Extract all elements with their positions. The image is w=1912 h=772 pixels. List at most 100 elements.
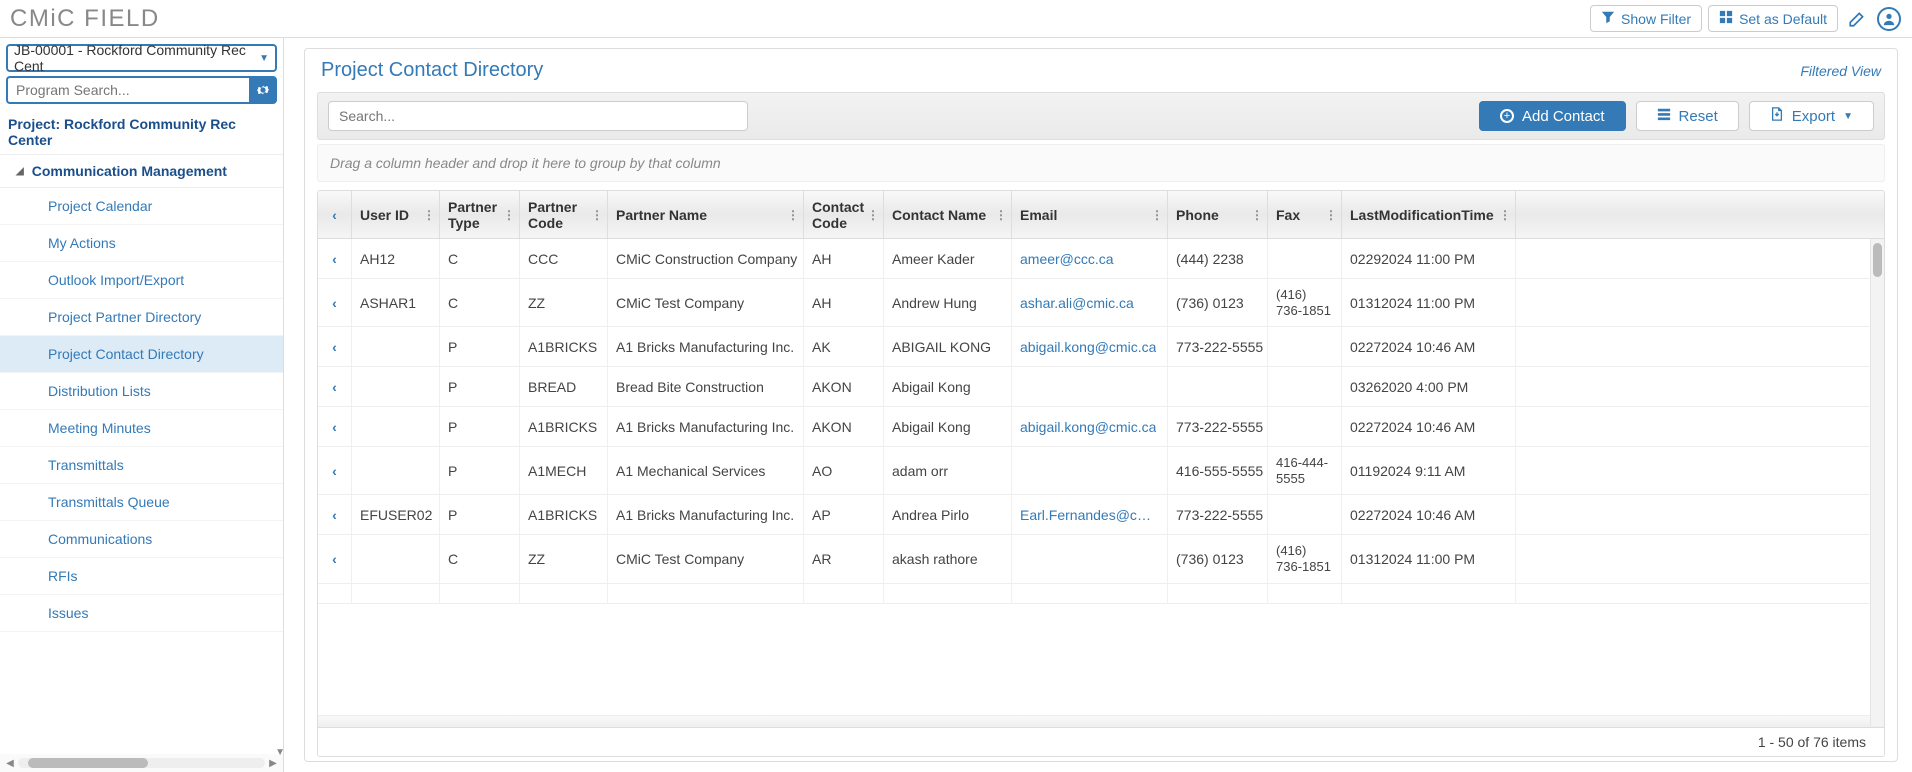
table-row[interactable]: ‹PA1BRICKSA1 Bricks Manufacturing Inc.AK… xyxy=(318,327,1884,367)
expand-collapse-header[interactable]: ‹ xyxy=(318,191,352,238)
cell-email[interactable]: abigail.kong@cmic.ca xyxy=(1012,407,1168,446)
row-expand-toggle[interactable]: ‹ xyxy=(318,279,352,326)
column-menu-icon[interactable]: ⋮ xyxy=(1325,208,1337,222)
show-filter-button[interactable]: Show Filter xyxy=(1590,5,1702,32)
edit-icon[interactable] xyxy=(1844,6,1870,32)
sidebar-item-communications[interactable]: Communications xyxy=(0,521,283,558)
column-header-email[interactable]: Email⋮ xyxy=(1012,191,1168,238)
reset-button[interactable]: Reset xyxy=(1636,101,1739,131)
column-menu-icon[interactable]: ⋮ xyxy=(423,208,435,222)
program-search-settings-button[interactable] xyxy=(249,76,277,104)
show-filter-label: Show Filter xyxy=(1621,11,1691,27)
column-menu-icon[interactable]: ⋮ xyxy=(867,208,879,222)
table-vertical-scrollbar[interactable] xyxy=(1870,239,1884,726)
cell-contact-code: AKON xyxy=(804,407,884,446)
cell-contact-code: AKON xyxy=(804,367,884,406)
table-row[interactable]: ‹PBREADBread Bite ConstructionAKONAbigai… xyxy=(318,367,1884,407)
column-menu-icon[interactable]: ⋮ xyxy=(1499,208,1511,222)
cell-user-id xyxy=(352,447,440,494)
cell-contact-code: AP xyxy=(804,495,884,534)
cell-partner-type: P xyxy=(440,447,520,494)
sidebar-item-transmittals-queue[interactable]: Transmittals Queue xyxy=(0,484,283,521)
cell-email[interactable]: abigail.kong@cmic.ca xyxy=(1012,327,1168,366)
row-expand-toggle[interactable]: ‹ xyxy=(318,535,352,582)
column-menu-icon[interactable]: ⋮ xyxy=(591,208,603,222)
cell-partner-type: P xyxy=(440,407,520,446)
table-header-row: ‹ User ID⋮ Partner Type⋮ Partner Code⋮ P… xyxy=(318,191,1884,239)
column-menu-icon[interactable]: ⋮ xyxy=(787,208,799,222)
sidebar-item-rfis[interactable]: RFIs xyxy=(0,558,283,595)
project-selector-dropdown[interactable]: JB-00001 - Rockford Community Rec Cent ▼ xyxy=(6,44,277,72)
row-expand-toggle[interactable]: ‹ xyxy=(318,447,352,494)
column-header-partner-code[interactable]: Partner Code⋮ xyxy=(520,191,608,238)
column-header-fax[interactable]: Fax⋮ xyxy=(1268,191,1342,238)
cell-partner-name: CMiC Test Company xyxy=(608,535,804,582)
row-expand-toggle[interactable]: ‹ xyxy=(318,367,352,406)
table-row[interactable]: ‹EFUSER02PA1BRICKSA1 Bricks Manufacturin… xyxy=(318,495,1884,535)
sidebar-item-my-actions[interactable]: My Actions xyxy=(0,225,283,262)
table-row xyxy=(318,584,1884,604)
sidebar-item-transmittals[interactable]: Transmittals xyxy=(0,447,283,484)
sidebar-item-project-partner-directory[interactable]: Project Partner Directory xyxy=(0,299,283,336)
column-header-contact-name[interactable]: Contact Name⋮ xyxy=(884,191,1012,238)
column-header-user-id[interactable]: User ID⋮ xyxy=(352,191,440,238)
column-menu-icon[interactable]: ⋮ xyxy=(1251,208,1263,222)
filtered-view-label[interactable]: Filtered View xyxy=(1800,63,1881,79)
grid-icon xyxy=(1719,10,1733,27)
cell-partner-code: ZZ xyxy=(520,535,608,582)
set-as-default-button[interactable]: Set as Default xyxy=(1708,5,1838,32)
chevron-left-icon: ‹ xyxy=(332,419,337,435)
table-horizontal-scrollbar[interactable] xyxy=(318,715,1884,727)
table-search-input[interactable] xyxy=(328,101,748,131)
sidebar-item-issues[interactable]: Issues xyxy=(0,595,283,632)
sidebar-item-outlook-import-export[interactable]: Outlook Import/Export xyxy=(0,262,283,299)
row-expand-toggle[interactable]: ‹ xyxy=(318,495,352,534)
group-by-hint[interactable]: Drag a column header and drop it here to… xyxy=(317,144,1885,182)
sidebar-collapse-handle[interactable]: ▼ xyxy=(275,747,285,758)
chevron-left-icon: ‹ xyxy=(332,551,337,567)
column-header-contact-code[interactable]: Contact Code⋮ xyxy=(804,191,884,238)
row-expand-toggle[interactable]: ‹ xyxy=(318,407,352,446)
cell-user-id xyxy=(352,327,440,366)
program-search-input[interactable] xyxy=(6,76,249,104)
column-menu-icon[interactable]: ⋮ xyxy=(995,208,1007,222)
column-header-partner-type[interactable]: Partner Type⋮ xyxy=(440,191,520,238)
export-button[interactable]: Export ▼ xyxy=(1749,101,1874,131)
column-header-last-modification[interactable]: LastModificationTime⋮ xyxy=(1342,191,1516,238)
column-header-partner-name[interactable]: Partner Name⋮ xyxy=(608,191,804,238)
cell-email[interactable]: ashar.ali@cmic.ca xyxy=(1012,279,1168,326)
scroll-right-icon[interactable]: ▶ xyxy=(267,758,279,769)
cell-last-modification: 01312024 11:00 PM xyxy=(1342,279,1516,326)
row-expand-toggle[interactable]: ‹ xyxy=(318,327,352,366)
sidebar-item-meeting-minutes[interactable]: Meeting Minutes xyxy=(0,410,283,447)
column-header-phone[interactable]: Phone⋮ xyxy=(1168,191,1268,238)
cell-email[interactable]: ameer@ccc.ca xyxy=(1012,239,1168,278)
cell-partner-code: BREAD xyxy=(520,367,608,406)
sidebar-item-project-contact-directory[interactable]: Project Contact Directory xyxy=(0,336,283,373)
cell-contact-name: Abigail Kong xyxy=(884,407,1012,446)
table-row[interactable]: ‹CZZCMiC Test CompanyARakash rathore(736… xyxy=(318,535,1884,583)
cell-email[interactable]: Earl.Fernandes@cmi... xyxy=(1012,495,1168,534)
table-row[interactable]: ‹PA1BRICKSA1 Bricks Manufacturing Inc.AK… xyxy=(318,407,1884,447)
cell-fax xyxy=(1268,495,1342,534)
sidebar-item-project-calendar[interactable]: Project Calendar xyxy=(0,188,283,225)
column-menu-icon[interactable]: ⋮ xyxy=(1151,208,1163,222)
table-row[interactable]: ‹AH12CCCCCMiC Construction CompanyAHAmee… xyxy=(318,239,1884,279)
table-row[interactable]: ‹PA1MECHA1 Mechanical ServicesAOadam orr… xyxy=(318,447,1884,495)
app-brand: CMiC FIELD xyxy=(10,5,160,33)
cell-user-id xyxy=(352,535,440,582)
column-menu-icon[interactable]: ⋮ xyxy=(503,208,515,222)
reset-label: Reset xyxy=(1679,108,1718,125)
row-expand-toggle[interactable]: ‹ xyxy=(318,239,352,278)
cell-partner-name: A1 Bricks Manufacturing Inc. xyxy=(608,495,804,534)
scroll-left-icon[interactable]: ◀ xyxy=(4,758,16,769)
add-contact-button[interactable]: + Add Contact xyxy=(1479,101,1626,131)
sidebar-item-distribution-lists[interactable]: Distribution Lists xyxy=(0,373,283,410)
table-row[interactable]: ‹ASHAR1CZZCMiC Test CompanyAHAndrew Hung… xyxy=(318,279,1884,327)
cell-contact-code: AK xyxy=(804,327,884,366)
user-avatar-icon[interactable] xyxy=(1876,6,1902,32)
cell-phone: (736) 0123 xyxy=(1168,279,1268,326)
sidebar-horizontal-scrollbar[interactable]: ◀ ▶ xyxy=(0,754,283,772)
cell-last-modification: 02292024 11:00 PM xyxy=(1342,239,1516,278)
nav-category[interactable]: ◢ Communication Management xyxy=(0,155,283,188)
